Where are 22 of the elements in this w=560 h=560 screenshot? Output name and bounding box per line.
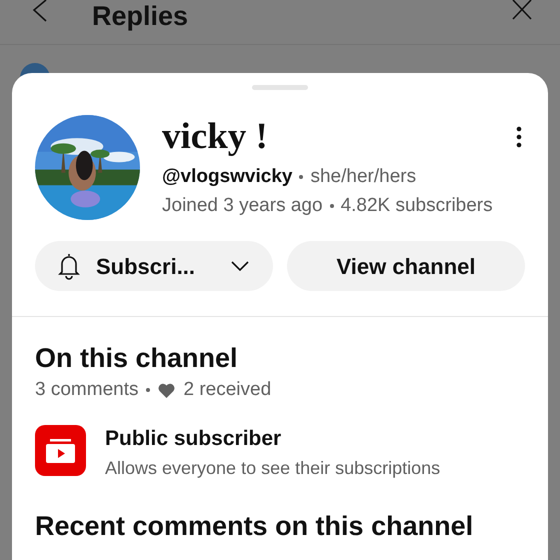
channel-name: vicky ! [162, 115, 268, 159]
header-title: Replies [92, 0, 188, 32]
view-channel-button[interactable]: View channel [287, 241, 525, 291]
section-title: On this channel [35, 342, 239, 375]
bell-icon [57, 252, 81, 280]
badge-title: Public subscriber [105, 426, 282, 452]
subscriptions-icon [35, 425, 86, 476]
comment-count: 3 comments [35, 378, 138, 402]
back-icon[interactable] [32, 0, 48, 22]
likes-received: 2 received [183, 378, 272, 402]
pronouns: she/her/hers [310, 165, 416, 189]
close-icon[interactable] [512, 0, 532, 20]
more-icon[interactable] [516, 126, 522, 148]
badge-description: Allows everyone to see their subscriptions [105, 457, 440, 480]
chevron-down-icon [231, 261, 249, 271]
heart-icon [158, 382, 176, 398]
section-title: Recent comments on this channel [35, 510, 474, 543]
channel-handle: @vlogswvicky [162, 165, 292, 189]
drag-handle[interactable] [252, 85, 308, 90]
joined-date: Joined 3 years ago [162, 194, 323, 218]
subscribe-button[interactable]: Subscri... [35, 241, 273, 291]
subscriber-count: 4.82K subscribers [340, 194, 493, 218]
